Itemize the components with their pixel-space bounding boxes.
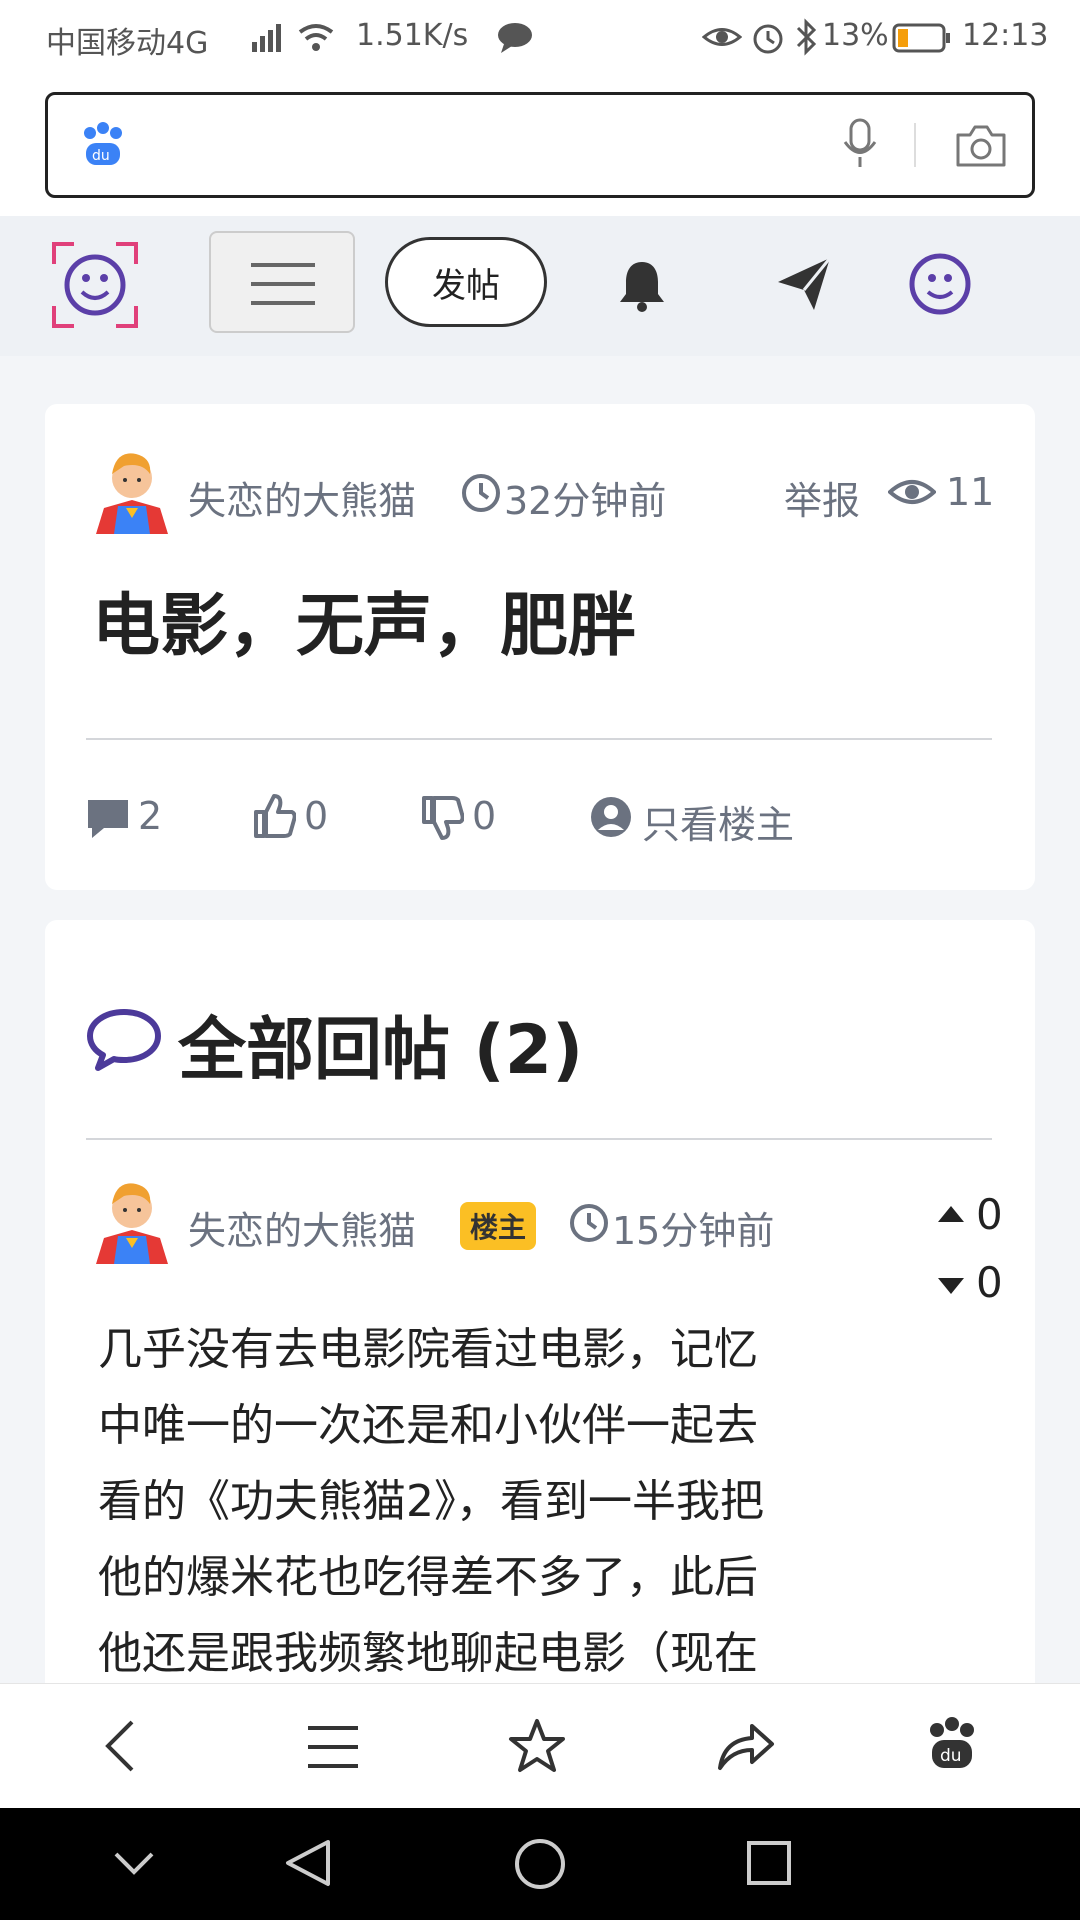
eye-comfort-icon (701, 20, 743, 58)
reply-line: 几乎没有去电影院看过电影，记忆 (98, 1324, 758, 1375)
star-icon[interactable] (508, 1718, 566, 1778)
battery-icon (892, 22, 952, 58)
reply-line: 看的《功夫熊猫2》，看到一半我把 (98, 1476, 764, 1527)
system-navigation-bar (0, 1808, 1080, 1920)
post-divider (86, 738, 992, 740)
alarm-icon (750, 20, 786, 60)
wifi-icon (296, 20, 336, 58)
thumbs-up-icon[interactable] (252, 792, 297, 842)
reply-line: 他的爆米花也吃得差不多了，此后 (98, 1552, 758, 1603)
send-icon[interactable] (776, 256, 832, 316)
search-divider (914, 123, 916, 167)
reply-author-name[interactable]: 失恋的大熊猫 (188, 1200, 416, 1255)
baidu-paw-icon: du (80, 121, 126, 173)
reply-body: 几乎没有去电影院看过电影，记忆 中唯一的一次还是和小伙伴一起去 看的《功夫熊猫2… (98, 1312, 898, 1683)
dislike-count: 0 (472, 794, 497, 838)
camera-icon[interactable] (954, 121, 1008, 173)
baidu-home-icon[interactable]: du (926, 1716, 978, 1776)
comment-icon[interactable] (86, 796, 130, 844)
user-avatar-icon[interactable] (908, 252, 972, 320)
nav-collapse-icon[interactable] (112, 1850, 156, 1880)
reply-line: 他还是跟我频繁地聊起电影（现在 (98, 1628, 758, 1679)
report-link[interactable]: 举报 (784, 470, 860, 525)
downvote-count: 0 (976, 1258, 1003, 1307)
view-count: 11 (946, 470, 995, 514)
new-post-button[interactable]: 发帖 (385, 237, 547, 327)
post-title: 电影，无声，肥胖 (92, 587, 637, 666)
speech-bubble-icon (86, 1006, 162, 1076)
battery-percent: 13% (822, 18, 889, 53)
bluetooth-icon (794, 18, 820, 60)
reply-line: 中唯一的一次还是和小伙伴一起去 (98, 1400, 758, 1451)
back-icon[interactable] (100, 1718, 140, 1778)
net-speed: 1.51K/s (356, 18, 469, 53)
bell-icon[interactable] (616, 258, 668, 316)
message-notification-icon (496, 20, 534, 58)
user-circle-icon (590, 796, 632, 842)
comment-count: 2 (138, 794, 163, 838)
browser-bottom-bar: du (0, 1683, 1080, 1809)
reply-clock-icon (568, 1202, 610, 1248)
status-bar: 中国移动4G 1.51K/s 13% 12:13 (0, 0, 1080, 76)
reply-avatar[interactable] (86, 1174, 178, 1270)
clock-icon (460, 472, 502, 518)
nav-home-icon[interactable] (514, 1838, 566, 1894)
only-op-filter[interactable]: 只看楼主 (642, 794, 794, 849)
reply-time: 15分钟前 (612, 1209, 775, 1253)
views-eye-icon (887, 474, 937, 514)
site-logo-icon[interactable] (52, 242, 138, 332)
carrier-label: 中国移动4G (46, 26, 209, 61)
upvote-count: 0 (976, 1190, 1003, 1239)
microphone-icon[interactable] (840, 117, 880, 175)
clock: 12:13 (962, 18, 1049, 53)
search-input[interactable]: du (45, 92, 1035, 198)
menu-button[interactable] (209, 231, 355, 333)
menu-icon[interactable] (308, 1724, 358, 1774)
op-badge: 楼主 (460, 1202, 537, 1250)
nav-recents-icon[interactable] (746, 1840, 792, 1890)
svg-text:du: du (940, 1746, 962, 1766)
replies-divider (86, 1138, 992, 1140)
hamburger-icon (251, 263, 315, 305)
nav-back-icon[interactable] (284, 1838, 332, 1892)
downvote-icon[interactable] (936, 1274, 966, 1302)
replies-heading: 全部回帖 (2) (178, 1011, 584, 1090)
signal-icon (250, 20, 290, 58)
share-icon[interactable] (716, 1720, 776, 1776)
svg-text:du: du (92, 148, 110, 164)
upvote-icon[interactable] (936, 1202, 966, 1230)
author-avatar[interactable] (86, 444, 178, 540)
thumbs-down-icon[interactable] (420, 796, 465, 846)
like-count: 0 (304, 794, 329, 838)
post-author-name[interactable]: 失恋的大熊猫 (188, 470, 416, 525)
post-time: 32分钟前 (504, 479, 667, 523)
